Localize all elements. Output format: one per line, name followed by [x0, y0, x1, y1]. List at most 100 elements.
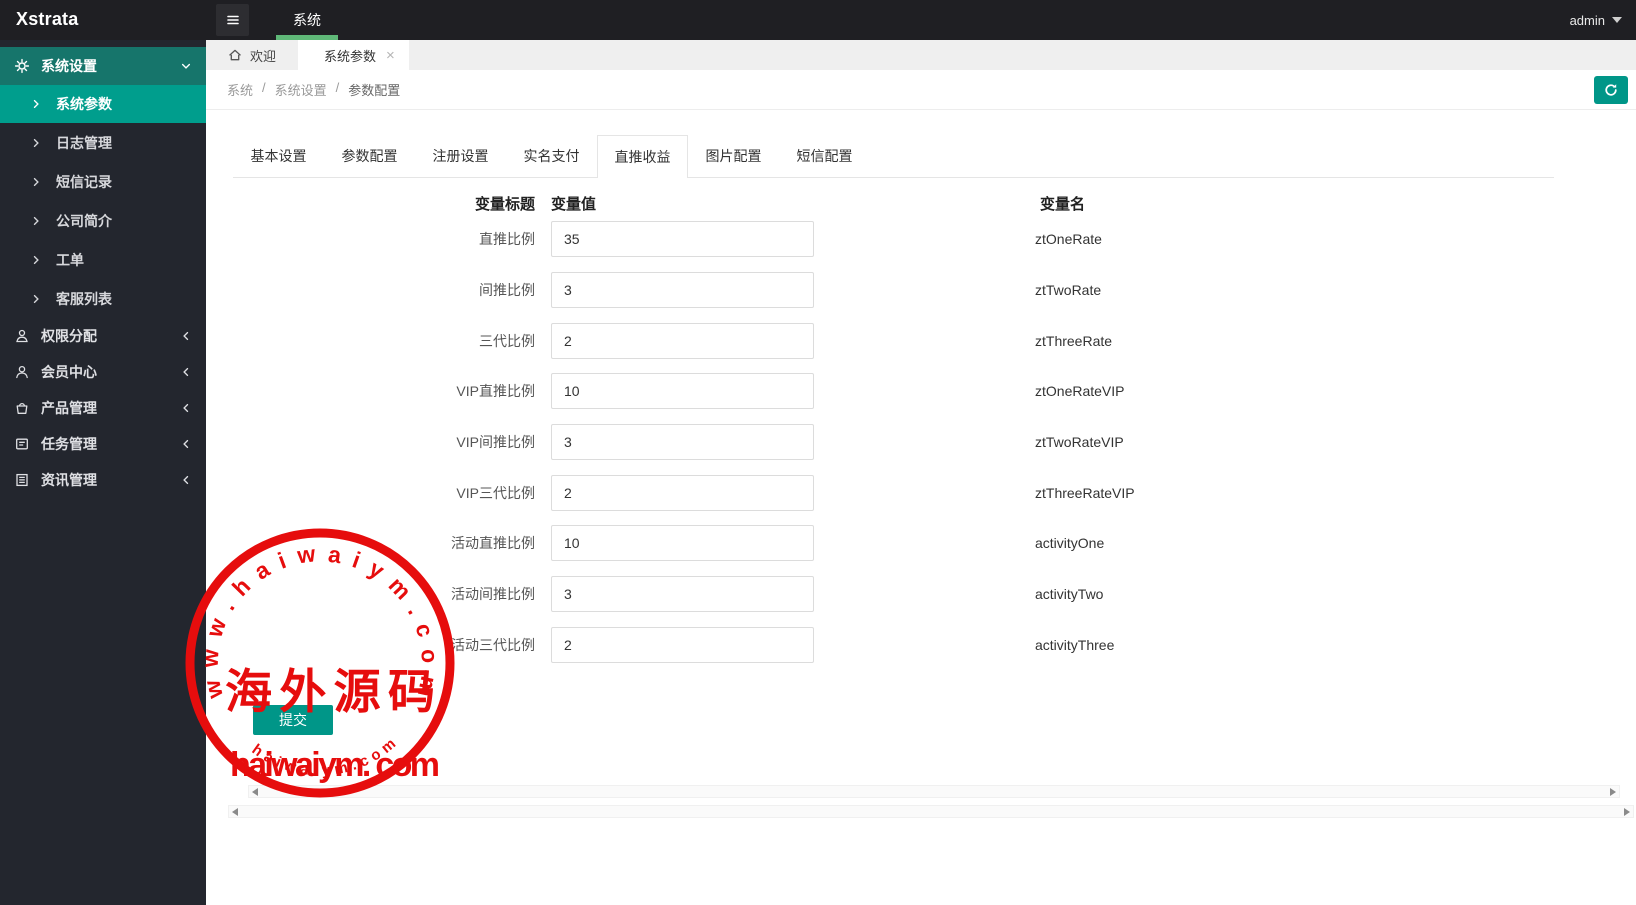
- sidebar: 系统设置 系统参数 日志管理 短信记录 公司简介 工单 客服列表 权限分配 会员…: [0, 40, 206, 905]
- chevron-left-icon: [183, 439, 189, 449]
- scroll-right-icon[interactable]: [1624, 807, 1630, 816]
- chevron-right-icon: [33, 177, 39, 186]
- chevron-right-icon: [33, 255, 39, 264]
- form-row: 直推比例 ztOneRate: [233, 214, 1636, 265]
- main-content: 欢迎 系统参数 × 系统 / 系统设置 / 参数配置 基本设置 参数配置 注册设…: [206, 40, 1636, 905]
- sidebar-item-sms-records[interactable]: 短信记录: [0, 162, 206, 201]
- variable-name: ztThreeRate: [1035, 332, 1113, 349]
- variable-name: activityTwo: [1035, 586, 1104, 603]
- value-input[interactable]: [551, 626, 814, 663]
- sidebar-item-work-orders[interactable]: 工单: [0, 240, 206, 279]
- field-label: 三代比例: [479, 332, 535, 349]
- chevron-right-icon: [33, 99, 39, 109]
- tab-welcome[interactable]: 欢迎: [206, 40, 298, 70]
- tab-basic-settings[interactable]: 基本设置: [233, 135, 324, 177]
- sidebar-item-system-params[interactable]: 系统参数: [0, 85, 206, 123]
- value-input[interactable]: [551, 221, 814, 258]
- chevron-right-icon: [33, 294, 39, 303]
- tab-image-config[interactable]: 图片配置: [688, 135, 779, 177]
- sidebar-item-member-center[interactable]: 会员中心: [0, 354, 206, 390]
- breadcrumb-separator: /: [262, 80, 266, 95]
- form-row: 活动间推比例 activityTwo: [233, 569, 1636, 620]
- value-input[interactable]: [551, 373, 814, 410]
- page-tabstrip: 欢迎 系统参数 ×: [206, 40, 1636, 70]
- form-row: 三代比例 ztThreeRate: [233, 315, 1636, 366]
- sidebar-item-label: 客服列表: [56, 290, 112, 307]
- chevron-down-icon: [181, 63, 191, 69]
- form-row: 间推比例 ztTwoRate: [233, 265, 1636, 316]
- field-label: VIP间推比例: [456, 434, 535, 451]
- chevron-left-icon: [183, 331, 189, 341]
- chevron-right-icon: [33, 138, 39, 147]
- tab-realname-payment[interactable]: 实名支付: [506, 135, 597, 177]
- chevron-left-icon: [183, 475, 189, 485]
- scroll-right-icon[interactable]: [1610, 787, 1616, 796]
- form-row: VIP直推比例 ztOneRateVIP: [233, 366, 1636, 417]
- sidebar-item-label: 产品管理: [41, 400, 97, 416]
- sidebar-item-system-settings[interactable]: 系统设置: [0, 47, 206, 85]
- topnav-item-system[interactable]: 系统: [268, 0, 346, 40]
- tab-system-params[interactable]: 系统参数 ×: [298, 40, 409, 70]
- tab-register-settings[interactable]: 注册设置: [415, 135, 506, 177]
- scroll-left-icon[interactable]: [232, 807, 238, 816]
- sidebar-item-label: 短信记录: [56, 173, 112, 190]
- sidebar-item-product-management[interactable]: 产品管理: [0, 390, 206, 426]
- tab-direct-push-income[interactable]: 直推收益: [597, 135, 688, 178]
- value-input[interactable]: [551, 525, 814, 562]
- field-label: 间推比例: [479, 282, 535, 299]
- variable-name: ztOneRateVIP: [1035, 383, 1125, 400]
- sidebar-item-label: 资讯管理: [41, 472, 97, 488]
- close-icon[interactable]: ×: [386, 48, 395, 63]
- caret-down-icon: [1612, 17, 1622, 23]
- chevron-left-icon: [183, 367, 189, 377]
- variable-name: ztTwoRateVIP: [1035, 434, 1124, 451]
- scroll-left-icon[interactable]: [252, 787, 258, 796]
- submit-button[interactable]: 提交: [253, 705, 333, 736]
- horizontal-scrollbar[interactable]: [228, 805, 1634, 818]
- tab-param-config[interactable]: 参数配置: [324, 135, 415, 177]
- user-menu[interactable]: admin: [1570, 0, 1622, 40]
- breadcrumb-item-current: 参数配置: [348, 83, 401, 98]
- tab-label: 系统参数: [324, 48, 377, 64]
- sidebar-toggle-button[interactable]: [216, 4, 249, 36]
- tab-label: 欢迎: [250, 48, 277, 64]
- value-input[interactable]: [551, 474, 814, 511]
- sidebar-item-service-list[interactable]: 客服列表: [0, 279, 206, 318]
- chevron-right-icon: [33, 216, 39, 225]
- topbar: Xstrata 系统 admin: [0, 0, 1636, 40]
- breadcrumb-item[interactable]: 系统: [227, 80, 253, 99]
- config-tabs: 基本设置 参数配置 注册设置 实名支付 直推收益 图片配置 短信配置: [233, 135, 1554, 178]
- value-input[interactable]: [551, 424, 814, 461]
- sidebar-item-news-management[interactable]: 资讯管理: [0, 462, 206, 498]
- value-input[interactable]: [551, 576, 814, 613]
- sidebar-item-label: 任务管理: [41, 436, 97, 452]
- home-icon: [229, 49, 241, 61]
- tab-sms-config[interactable]: 短信配置: [779, 135, 870, 177]
- variable-name: ztOneRate: [1035, 231, 1102, 248]
- value-input[interactable]: [551, 272, 814, 309]
- field-label: VIP三代比例: [456, 484, 535, 501]
- brand-logo: Xstrata: [16, 9, 79, 29]
- refresh-button[interactable]: [1594, 76, 1628, 104]
- sidebar-item-label: 系统参数: [56, 96, 112, 112]
- sidebar-item-permissions[interactable]: 权限分配: [0, 318, 206, 354]
- sidebar-item-label: 日志管理: [56, 134, 112, 151]
- variable-name: ztThreeRateVIP: [1035, 484, 1135, 501]
- sidebar-item-label: 会员中心: [41, 364, 97, 380]
- sidebar-item-log-management[interactable]: 日志管理: [0, 123, 206, 162]
- task-card-icon: [16, 438, 28, 450]
- breadcrumb-item[interactable]: 系统设置: [275, 80, 327, 99]
- sidebar-item-company-profile[interactable]: 公司简介: [0, 201, 206, 240]
- horizontal-scrollbar[interactable]: [248, 785, 1620, 798]
- user-icon: [16, 365, 28, 379]
- topnav-item-label: 系统: [293, 12, 321, 28]
- sidebar-item-label: 公司简介: [56, 212, 112, 229]
- value-input[interactable]: [551, 322, 814, 359]
- header-var-value: 变量值: [551, 195, 597, 213]
- form-row: 活动直推比例 activityOne: [233, 518, 1636, 569]
- form-row: VIP间推比例 ztTwoRateVIP: [233, 417, 1636, 468]
- breadcrumb-row: 系统 / 系统设置 / 参数配置: [206, 70, 1636, 110]
- refresh-icon: [1605, 84, 1617, 96]
- variable-name: ztTwoRate: [1035, 282, 1102, 299]
- sidebar-item-task-management[interactable]: 任务管理: [0, 426, 206, 462]
